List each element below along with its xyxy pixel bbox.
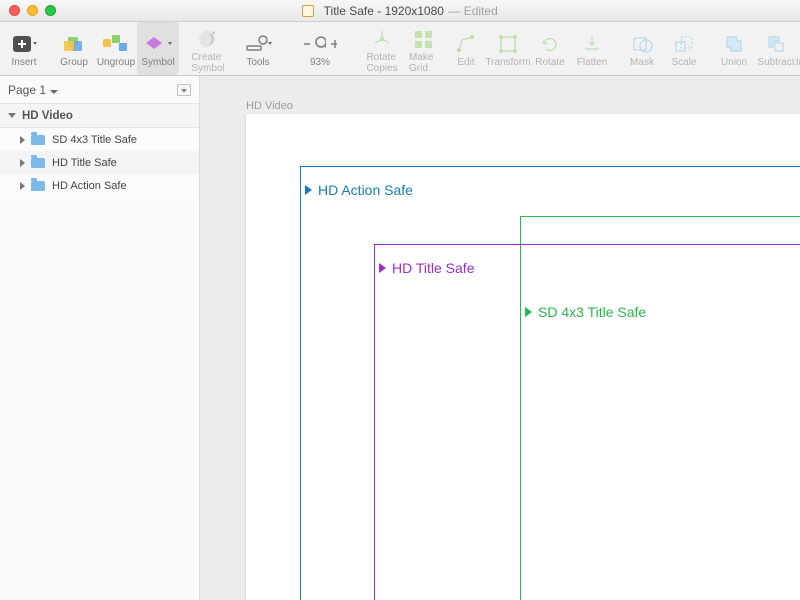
ungroup-label: Ungroup [97, 57, 135, 68]
subtract-label: Subtract [757, 57, 794, 68]
layer-name: HD Title Safe [52, 157, 117, 169]
folder-icon [31, 158, 45, 168]
marker-icon [305, 185, 312, 195]
magnifier-icon [314, 35, 326, 53]
disclosure-closed-icon[interactable] [20, 182, 25, 190]
union-button[interactable]: Union [713, 22, 755, 75]
zoom-out-icon[interactable] [303, 39, 310, 49]
action-safe-label: HD Action Safe [318, 182, 413, 198]
folder-icon [31, 135, 45, 145]
zoom-control[interactable]: 93% [287, 22, 353, 75]
edit-button[interactable]: Edit [445, 22, 487, 75]
rotate-copies-button[interactable]: Rotate Copies [361, 22, 403, 75]
rotate-label: Rotate [535, 57, 564, 68]
scale-label: Scale [671, 57, 696, 68]
layer-row[interactable]: SD 4x3 Title Safe [0, 128, 199, 151]
rotate-button[interactable]: Rotate [529, 22, 571, 75]
tools-label: Tools [246, 57, 269, 68]
group-label: Group [60, 57, 88, 68]
layer-row[interactable]: HD Title Safe [0, 151, 199, 174]
window-title: Title Safe - 1920x1080 [324, 4, 444, 18]
create-symbol-label: Create Symbol [191, 52, 224, 74]
edit-label: Edit [457, 57, 474, 68]
flatten-button[interactable]: Flatten [571, 22, 613, 75]
mask-button[interactable]: Mask [621, 22, 663, 75]
marker-icon [379, 263, 386, 273]
document-icon [302, 5, 314, 17]
zoom-button[interactable] [45, 5, 56, 16]
tools-button[interactable]: Tools [237, 22, 279, 75]
artboard-row[interactable]: HD Video [0, 104, 199, 128]
window-controls [0, 5, 56, 16]
symbol-label: Symbol [141, 57, 174, 68]
layer-row[interactable]: HD Action Safe [0, 174, 199, 197]
scale-button[interactable]: Scale [663, 22, 705, 75]
ungroup-button[interactable]: Ungroup [95, 22, 137, 75]
title-safe-label: HD Title Safe [392, 260, 474, 276]
mask-label: Mask [630, 57, 654, 68]
subtract-button[interactable]: Subtract [755, 22, 797, 75]
artboard-canvas-label[interactable]: HD Video [246, 100, 293, 112]
disclosure-closed-icon[interactable] [20, 159, 25, 167]
make-grid-label: Make Grid [409, 52, 439, 74]
transform-label: Transform [485, 57, 530, 68]
insert-button[interactable]: Insert [3, 22, 45, 75]
zoom-in-icon[interactable] [330, 39, 337, 49]
artboard-surface[interactable]: HD Action Safe SD 4x3 Title Safe HD Titl… [246, 114, 800, 600]
page-selector[interactable]: Page 1 [0, 76, 199, 104]
flatten-label: Flatten [577, 57, 608, 68]
layers-sidebar: Page 1 HD Video SD 4x3 Title Safe HD Tit… [0, 76, 200, 600]
insert-label: Insert [11, 57, 36, 68]
page-label: Page 1 [8, 83, 58, 97]
disclosure-closed-icon[interactable] [20, 136, 25, 144]
group-button[interactable]: Group [53, 22, 95, 75]
intersect-label: Intersect [796, 57, 800, 68]
rotate-copies-label: Rotate Copies [366, 52, 397, 74]
disclosure-open-icon[interactable] [8, 113, 16, 118]
toolbar: Insert Group Ungroup Symbol Create Symbo… [0, 22, 800, 76]
canvas[interactable]: HD Video HD Action Safe SD 4x3 Title Saf… [200, 76, 800, 600]
folder-icon [31, 181, 45, 191]
close-button[interactable] [9, 5, 20, 16]
zoom-value: 93% [310, 57, 330, 68]
union-label: Union [721, 57, 747, 68]
transform-button[interactable]: Transform [487, 22, 529, 75]
layers-list: SD 4x3 Title Safe HD Title Safe HD Actio… [0, 128, 199, 197]
window-edited-indicator: — Edited [448, 4, 497, 18]
page-popover-icon[interactable] [177, 84, 191, 96]
layer-name: SD 4x3 Title Safe [52, 134, 137, 146]
make-grid-button[interactable]: Make Grid [403, 22, 445, 75]
title-bar: Title Safe - 1920x1080 — Edited [0, 0, 800, 22]
create-symbol-button[interactable]: Create Symbol [187, 22, 229, 75]
minimize-button[interactable] [27, 5, 38, 16]
artboard-name: HD Video [22, 110, 73, 122]
hd-title-safe-guide[interactable]: HD Title Safe [374, 244, 800, 600]
symbol-button[interactable]: Symbol [137, 22, 179, 75]
layer-name: HD Action Safe [52, 180, 127, 192]
